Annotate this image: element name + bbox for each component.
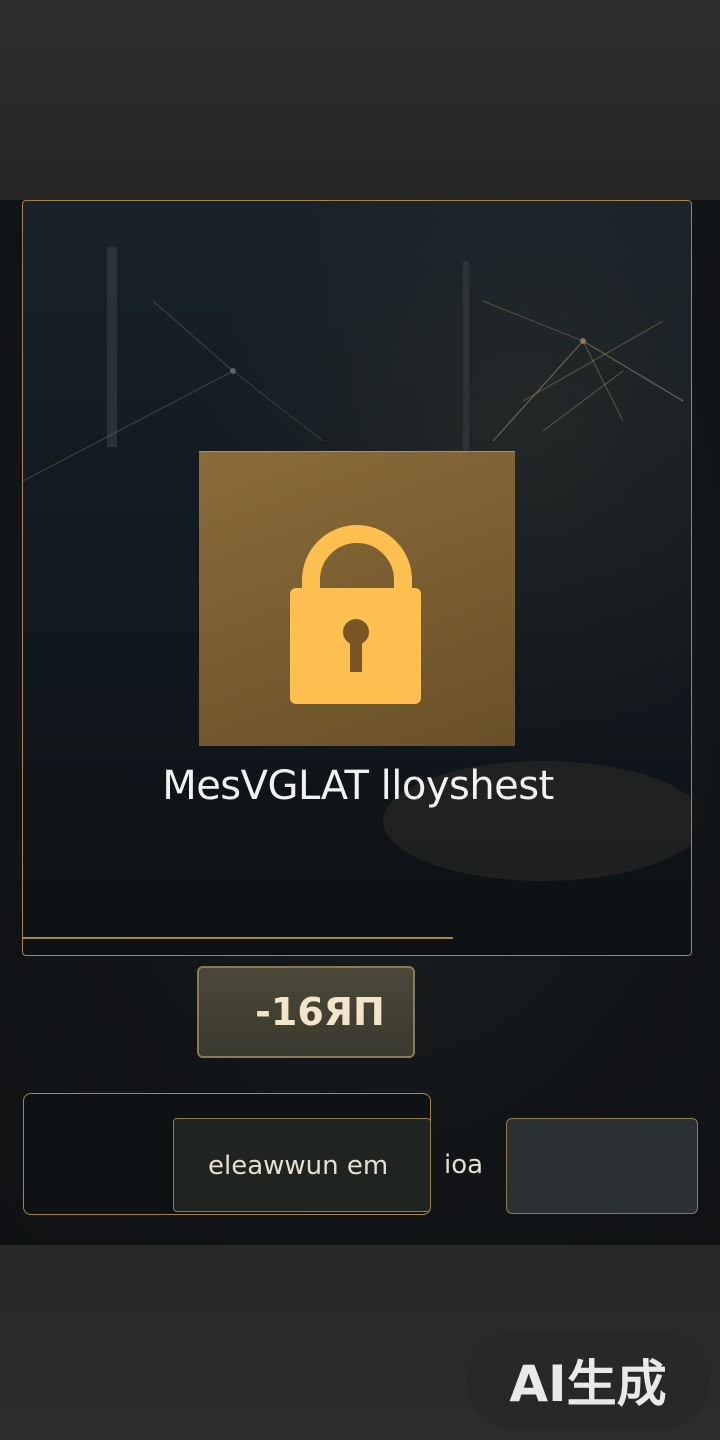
- side-input-field[interactable]: [506, 1118, 698, 1214]
- top-blurred-band: [0, 0, 720, 200]
- email-field[interactable]: eleawwun em: [173, 1118, 431, 1212]
- hero-card: MesVGLAT lloyshest: [22, 200, 692, 956]
- app-title: MesVGLAT lloyshest: [162, 763, 554, 809]
- frame-underline: [23, 937, 453, 939]
- ai-generated-badge: AI生成: [466, 1330, 710, 1430]
- primary-button[interactable]: -16ЯП: [197, 966, 415, 1058]
- lock-tile: [199, 451, 515, 746]
- side-label: ioa: [444, 1150, 484, 1180]
- padlock-icon: [290, 525, 421, 704]
